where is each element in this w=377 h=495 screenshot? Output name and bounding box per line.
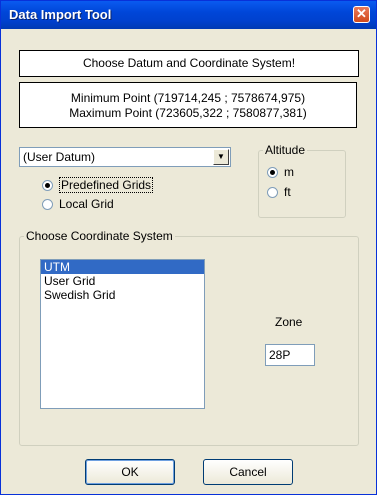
close-button[interactable]: ✕ — [353, 6, 370, 23]
radio-label: ft — [284, 185, 291, 199]
coordinate-system-label: Choose Coordinate System — [24, 229, 175, 243]
zone-label: Zone — [275, 315, 303, 329]
dialog-window: Data Import Tool ✕ Choose Datum and Coor… — [0, 0, 377, 495]
datum-select[interactable]: (User Datum) ▼ — [19, 147, 231, 167]
altitude-group: Altitude m ft — [258, 143, 346, 218]
altitude-label: Altitude — [263, 143, 308, 157]
radio-dot-icon — [42, 198, 53, 210]
chevron-down-icon: ▼ — [217, 152, 225, 161]
list-item-user-grid[interactable]: User Grid — [41, 274, 204, 288]
cancel-button[interactable]: Cancel — [203, 459, 293, 485]
header-text: Choose Datum and Coordinate System! — [82, 56, 296, 70]
list-item-swedish-grid[interactable]: Swedish Grid — [41, 288, 204, 302]
radio-dot-icon — [267, 166, 278, 178]
radio-label: m — [284, 165, 294, 179]
radio-dot-icon — [42, 179, 53, 191]
radio-altitude-m[interactable]: m — [267, 165, 294, 179]
title-bar[interactable]: Data Import Tool ✕ — [1, 1, 376, 29]
radio-predefined-grids[interactable]: Predefined Grids — [42, 177, 154, 193]
zone-input[interactable]: 28P — [265, 344, 315, 366]
min-point-text: Minimum Point (719714,245 ; 7578674,975) — [70, 91, 306, 105]
window-title: Data Import Tool — [9, 7, 112, 22]
header-panel: Choose Datum and Coordinate System! — [19, 50, 359, 77]
radio-label: Local Grid — [59, 197, 114, 211]
list-item-utm[interactable]: UTM — [41, 260, 204, 274]
coordinate-system-list[interactable]: UTM User Grid Swedish Grid — [40, 259, 205, 409]
radio-altitude-ft[interactable]: ft — [267, 185, 291, 199]
close-icon: ✕ — [356, 6, 367, 21]
radio-local-grid[interactable]: Local Grid — [42, 197, 114, 211]
radio-label: Predefined Grids — [59, 177, 154, 193]
datum-select-value: (User Datum) — [23, 150, 96, 164]
points-panel: Minimum Point (719714,245 ; 7578674,975)… — [19, 82, 357, 128]
ok-button[interactable]: OK — [85, 459, 175, 485]
max-point-text: Maximum Point (723605,322 ; 7580877,381) — [69, 106, 307, 120]
datum-dropdown-button[interactable]: ▼ — [213, 149, 229, 165]
radio-dot-icon — [267, 186, 278, 198]
